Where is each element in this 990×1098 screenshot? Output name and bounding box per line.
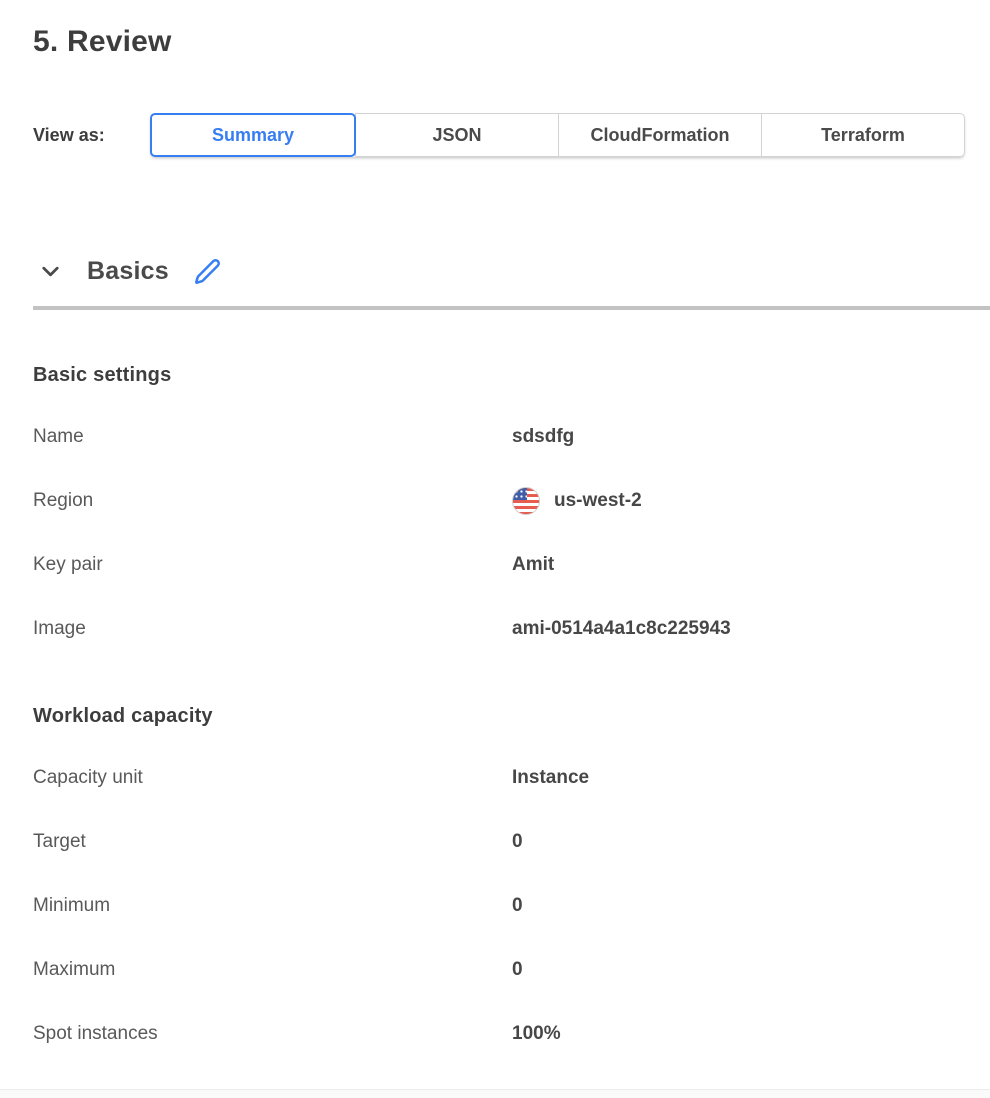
us-flag-icon xyxy=(512,487,540,515)
group-heading-workload-capacity: Workload capacity xyxy=(33,705,990,728)
region-value: us-west-2 xyxy=(554,490,642,512)
chevron-down-icon[interactable] xyxy=(35,256,65,286)
row-key-pair: Key pair Amit xyxy=(33,551,990,579)
row-label: Region xyxy=(33,490,512,512)
basics-section-header: Basics xyxy=(33,253,990,289)
row-value: sdsdfg xyxy=(512,426,574,448)
row-maximum: Maximum 0 xyxy=(33,956,990,984)
row-value: Instance xyxy=(512,767,589,789)
workload-capacity-group: Workload capacity Capacity unit Instance… xyxy=(33,705,990,1048)
row-value: 0 xyxy=(512,895,523,917)
row-name: Name sdsdfg xyxy=(33,423,990,451)
row-image: Image ami-0514a4a1c8c225943 xyxy=(33,615,990,643)
pencil-icon[interactable] xyxy=(193,256,223,286)
row-minimum: Minimum 0 xyxy=(33,892,990,920)
row-label: Maximum xyxy=(33,959,512,981)
view-as-segmented-control: Summary JSON CloudFormation Terraform xyxy=(150,113,965,157)
row-capacity-unit: Capacity unit Instance xyxy=(33,764,990,792)
row-value: ami-0514a4a1c8c225943 xyxy=(512,618,731,640)
tab-terraform[interactable]: Terraform xyxy=(761,113,965,157)
row-target: Target 0 xyxy=(33,828,990,856)
row-value: 100% xyxy=(512,1023,561,1045)
view-as-label: View as: xyxy=(33,125,150,146)
row-value: us-west-2 xyxy=(512,487,642,515)
row-label: Name xyxy=(33,426,512,448)
row-region: Region us-west-2 xyxy=(33,487,990,515)
tab-summary[interactable]: Summary xyxy=(150,113,356,157)
row-label: Capacity unit xyxy=(33,767,512,789)
next-section-edge xyxy=(0,1089,990,1098)
page-title: 5. Review xyxy=(33,25,990,59)
row-value: 0 xyxy=(512,831,523,853)
tab-json[interactable]: JSON xyxy=(355,113,559,157)
row-label: Target xyxy=(33,831,512,853)
row-label: Key pair xyxy=(33,554,512,576)
group-heading-basic-settings: Basic settings xyxy=(33,364,990,387)
review-page: 5. Review View as: Summary JSON CloudFor… xyxy=(0,0,990,1048)
row-label: Image xyxy=(33,618,512,640)
view-as-row: View as: Summary JSON CloudFormation Ter… xyxy=(33,113,990,157)
row-label: Minimum xyxy=(33,895,512,917)
tab-cloudformation[interactable]: CloudFormation xyxy=(558,113,762,157)
row-value: Amit xyxy=(512,554,554,576)
basic-settings-group: Basic settings Name sdsdfg Region us-wes… xyxy=(33,364,990,643)
row-spot-instances: Spot instances 100% xyxy=(33,1020,990,1048)
basics-section-title: Basics xyxy=(87,257,169,286)
section-divider xyxy=(33,306,990,310)
row-label: Spot instances xyxy=(33,1023,512,1045)
row-value: 0 xyxy=(512,959,523,981)
